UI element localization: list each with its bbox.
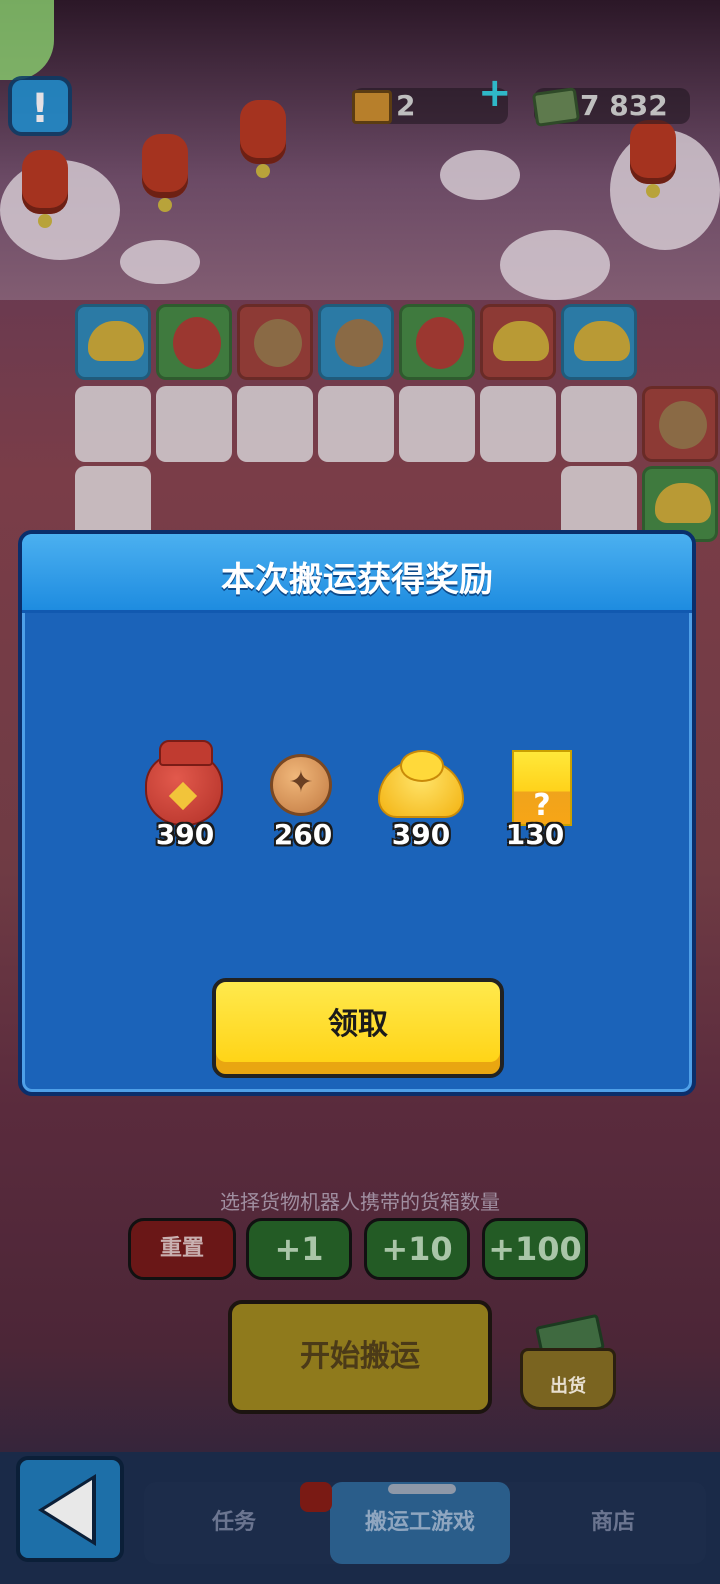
lantern-decoration [630,120,676,198]
reward-item: 260 [258,746,348,856]
reward-amount: 390 [155,818,215,851]
copper-coin-icon [270,754,332,816]
cloud-decoration [440,150,520,200]
dialog-title: 本次搬运获得奖励 [221,560,493,600]
board-tile [75,304,151,380]
tab-tasks[interactable]: 任务 [144,1482,324,1564]
reward-item: 390 [376,746,466,856]
empty-slot [480,386,556,462]
copper-coin-icon [254,319,302,367]
lantern-decoration [142,134,188,212]
back-arrow-icon [44,1480,92,1540]
reset-button[interactable]: 重置 [128,1218,236,1280]
empty-slot [399,386,475,462]
reward-amount: 130 [505,818,565,851]
reward-amount: 390 [391,818,451,851]
cloud-decoration [120,240,200,284]
crate-icon [352,90,392,124]
gold-ingot-icon [493,321,549,361]
mystery-box-icon [512,750,572,826]
board-tile [156,304,232,380]
cash-icon [531,87,581,127]
lantern-decoration [22,150,68,228]
tab-porter-game[interactable]: 搬运工游戏 [330,1482,510,1564]
cloud-decoration [500,230,610,300]
ship-goods-button[interactable]: 出货 [520,1313,616,1410]
empty-slot [237,386,313,462]
copper-coin-icon [659,401,707,449]
ship-goods-label: 出货 [550,1376,586,1397]
reward-amount: 260 [273,818,333,851]
reward-dialog: 本次搬运获得奖励 390 260 390 130 领取 [18,530,696,1096]
notification-badge [300,1482,332,1512]
claim-button[interactable]: 领取 [212,978,504,1078]
back-button[interactable] [16,1456,124,1562]
info-button[interactable]: ! [8,76,72,136]
board-tile [237,304,313,380]
add-100-button[interactable]: +100 [482,1218,588,1280]
lucky-bag-icon [173,317,221,369]
cash-counter: 7 832 [531,87,690,127]
add-crates-button[interactable]: + [478,70,512,116]
reward-item: 130 [490,746,580,856]
empty-slot [75,386,151,462]
copper-coin-icon [335,319,383,367]
tab-indicator [388,1484,456,1494]
empty-slot [561,386,637,462]
board-tile [561,304,637,380]
empty-slot [156,386,232,462]
reward-item: 390 [140,740,230,856]
crates-count: 2 [396,89,416,122]
gold-ingot-icon [655,483,711,523]
board-tile [642,386,718,462]
lantern-decoration [240,100,286,178]
cash-amount: 7 832 [580,89,668,122]
add-10-button[interactable]: +10 [364,1218,470,1280]
scene-backdrop [0,0,720,300]
gold-ingot-icon [378,750,464,818]
lucky-bag-icon [416,317,464,369]
tab-bar: 任务 搬运工游戏 商店 [144,1482,706,1564]
gold-ingot-icon [88,321,144,361]
crate-count-hint: 选择货物机器人携带的货箱数量 [220,1190,500,1214]
lucky-bag-icon [145,740,223,826]
start-transport-button[interactable]: 开始搬运 [228,1300,492,1414]
add-1-button[interactable]: +1 [246,1218,352,1280]
tab-shop[interactable]: 商店 [520,1482,706,1564]
board-tile [480,304,556,380]
empty-slot [318,386,394,462]
gold-ingot-icon [574,321,630,361]
board-tile [399,304,475,380]
board-tile [318,304,394,380]
